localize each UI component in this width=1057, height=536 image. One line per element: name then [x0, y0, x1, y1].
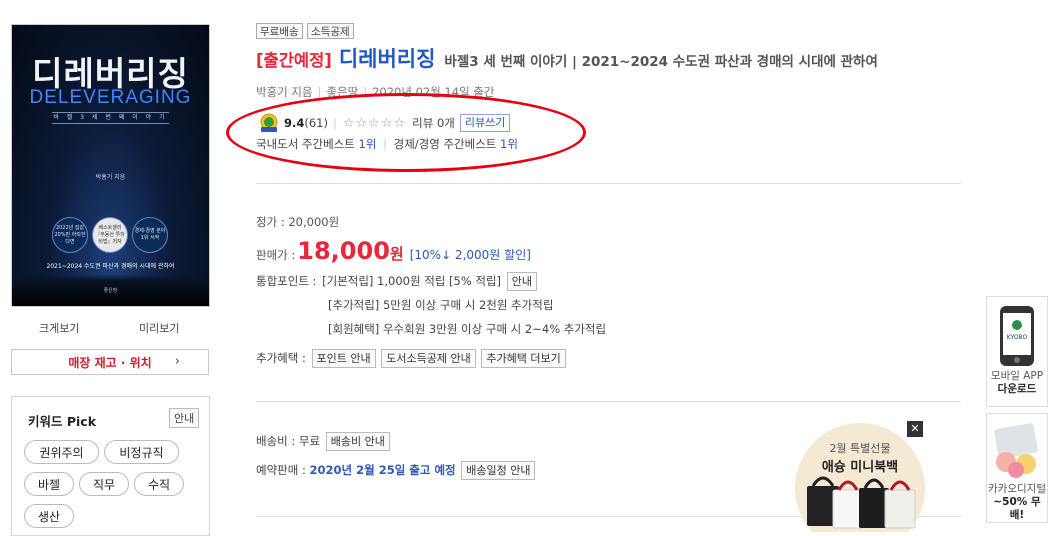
cover-publisher: 좋은땅: [103, 288, 118, 294]
pre-release-tag: [출간예정]: [256, 51, 332, 70]
mobile-app-download[interactable]: KYOBO 모바일 APP 다운로드: [986, 296, 1048, 407]
cover-author: 박홍기 지음: [95, 174, 126, 181]
promo-line2: 애슝 미니북백: [821, 460, 899, 475]
book-cover-image[interactable]: 디레버리징 DELEVERAGING 바 젤 3 세 번 째 이 야 기 박홍기…: [11, 24, 210, 307]
shipping-fee: 배송비 : 무료: [256, 434, 321, 448]
reservation-row: 예약판매 : 2020년 2월 25일 출고 예정 배송일정 안내: [256, 461, 536, 480]
highlight-annotation-circle: [226, 93, 586, 172]
keyword-info-button[interactable]: 안내: [169, 408, 200, 428]
cover-title-english: DELEVERAGING: [29, 87, 192, 108]
keyword-chip[interactable]: 바젤: [24, 472, 74, 496]
cover-badges: 2022년 집값 20%만 하락한다면 베스트셀러 『부동산 투자 비법』저자 …: [52, 217, 168, 253]
discount-info: [10%↓ 2,000원 할인]: [409, 248, 531, 262]
app-label-1: 모바일 APP: [990, 370, 1044, 382]
points-info-button[interactable]: 안내: [506, 272, 537, 291]
sale-price: 18,000: [297, 237, 390, 265]
tax-deduction-guide-button[interactable]: 도서소득공제 안내: [381, 349, 476, 368]
keyword-chip[interactable]: 생산: [24, 504, 74, 528]
benefit-label: 추가혜택 :: [256, 351, 306, 365]
keyword-pick-panel: 키워드 Pick 안내 권위주의 비정규직 바젤 직무 수직 생산: [11, 396, 210, 536]
cover-subtitle: 바 젤 3 세 번 째 이 야 기: [52, 112, 169, 124]
shipping-fee-info-button[interactable]: 배송비 안내: [325, 432, 390, 451]
chevron-right-icon: ›: [174, 354, 180, 369]
keyword-chip[interactable]: 직무: [79, 472, 129, 496]
delivery-schedule-button[interactable]: 배송일정 안내: [461, 461, 536, 480]
keyword-chip[interactable]: 권위주의: [24, 440, 99, 464]
app-label-2: 다운로드: [997, 383, 1037, 395]
sale-price-row: 판매가 : 18,000 원 [10%↓ 2,000원 할인]: [256, 237, 531, 265]
kakao-character-icon: [994, 423, 1038, 478]
reservation-date: 2020년 2월 25일 출고 예정: [309, 463, 456, 477]
keyword-chip[interactable]: 수직: [134, 472, 184, 496]
author-link[interactable]: 박홍기 지음: [256, 85, 313, 99]
points-basic: [기본적립] 1,000원 적립 [5% 적립]: [322, 274, 502, 288]
cover-badge: 베스트셀러 『부동산 투자 비법』저자: [92, 217, 128, 253]
reservation-label: 예약판매 :: [256, 463, 306, 477]
preview-link[interactable]: 미리보기: [139, 320, 179, 336]
promo-background: [795, 423, 925, 532]
cover-badge: 경제·경영 분야 1위 서적: [132, 217, 168, 253]
benefit-row: 추가혜택 : 포인트 안내 도서소득공제 안내 추가혜택 더보기: [256, 349, 566, 368]
keyword-pick-title: 키워드 Pick: [28, 414, 97, 429]
divider: [256, 401, 961, 402]
more-benefits-button[interactable]: 추가혜택 더보기: [481, 349, 566, 368]
tax-deduction-tag: 소득공제: [307, 23, 354, 39]
zoom-link[interactable]: 크게보기: [39, 320, 79, 336]
title-row: [출간예정] 디레버리징 바젤3 세 번째 이야기 | 2021~2024 수도권 …: [256, 43, 878, 73]
smartphone-icon: KYOBO: [1000, 306, 1034, 366]
points-label: 통합포인트 :: [256, 274, 317, 288]
free-shipping-tag: 무료배송: [256, 23, 303, 39]
list-price: 정가 : 20,000원: [256, 215, 340, 229]
kakao-digital-promo[interactable]: 카카오디지털 ~50% 무배!: [986, 413, 1048, 523]
points-member: [회원혜택] 우수회원 3만원 이상 구매 시 2~4% 추가적립: [328, 322, 607, 336]
kakao-label-2: ~50% 무배!: [993, 496, 1041, 521]
store-stock-button[interactable]: 매장 재고 · 위치 ›: [11, 349, 209, 375]
store-stock-label: 매장 재고 · 위치: [68, 355, 152, 370]
sale-price-unit: 원: [389, 245, 404, 263]
shipping-fee-row: 배송비 : 무료 배송비 안내: [256, 432, 390, 451]
book-subtitle: 바젤3 세 번째 이야기 | 2021~2024 수도권 파산과 경매의 시대에…: [444, 54, 878, 70]
divider: [256, 183, 961, 184]
promo-line1: 2월 특별선물: [829, 442, 891, 455]
kyobo-brand: KYOBO: [1007, 334, 1028, 341]
promo-close-icon[interactable]: ✕: [907, 421, 923, 437]
points-row: 통합포인트 : [기본적립] 1,000원 적립 [5% 적립] 안내: [256, 272, 537, 291]
point-guide-button[interactable]: 포인트 안내: [311, 349, 376, 368]
cover-badge: 2022년 집값 20%만 하락한다면: [52, 217, 88, 253]
cover-tagline: 2021~2024 수도권 파산과 경매의 시대에 관하여: [46, 263, 175, 270]
page-title: 디레버리징: [338, 47, 436, 71]
kakao-label-1: 카카오디지털: [988, 483, 1046, 495]
sale-price-label: 판매가 :: [256, 248, 296, 262]
points-extra: [추가적립] 5만원 이상 구매 시 2천원 추가적립: [328, 298, 554, 312]
keyword-chip[interactable]: 비정규직: [104, 440, 179, 464]
promo-banner[interactable]: 2월 특별선물 애슝 미니북백: [795, 418, 925, 532]
